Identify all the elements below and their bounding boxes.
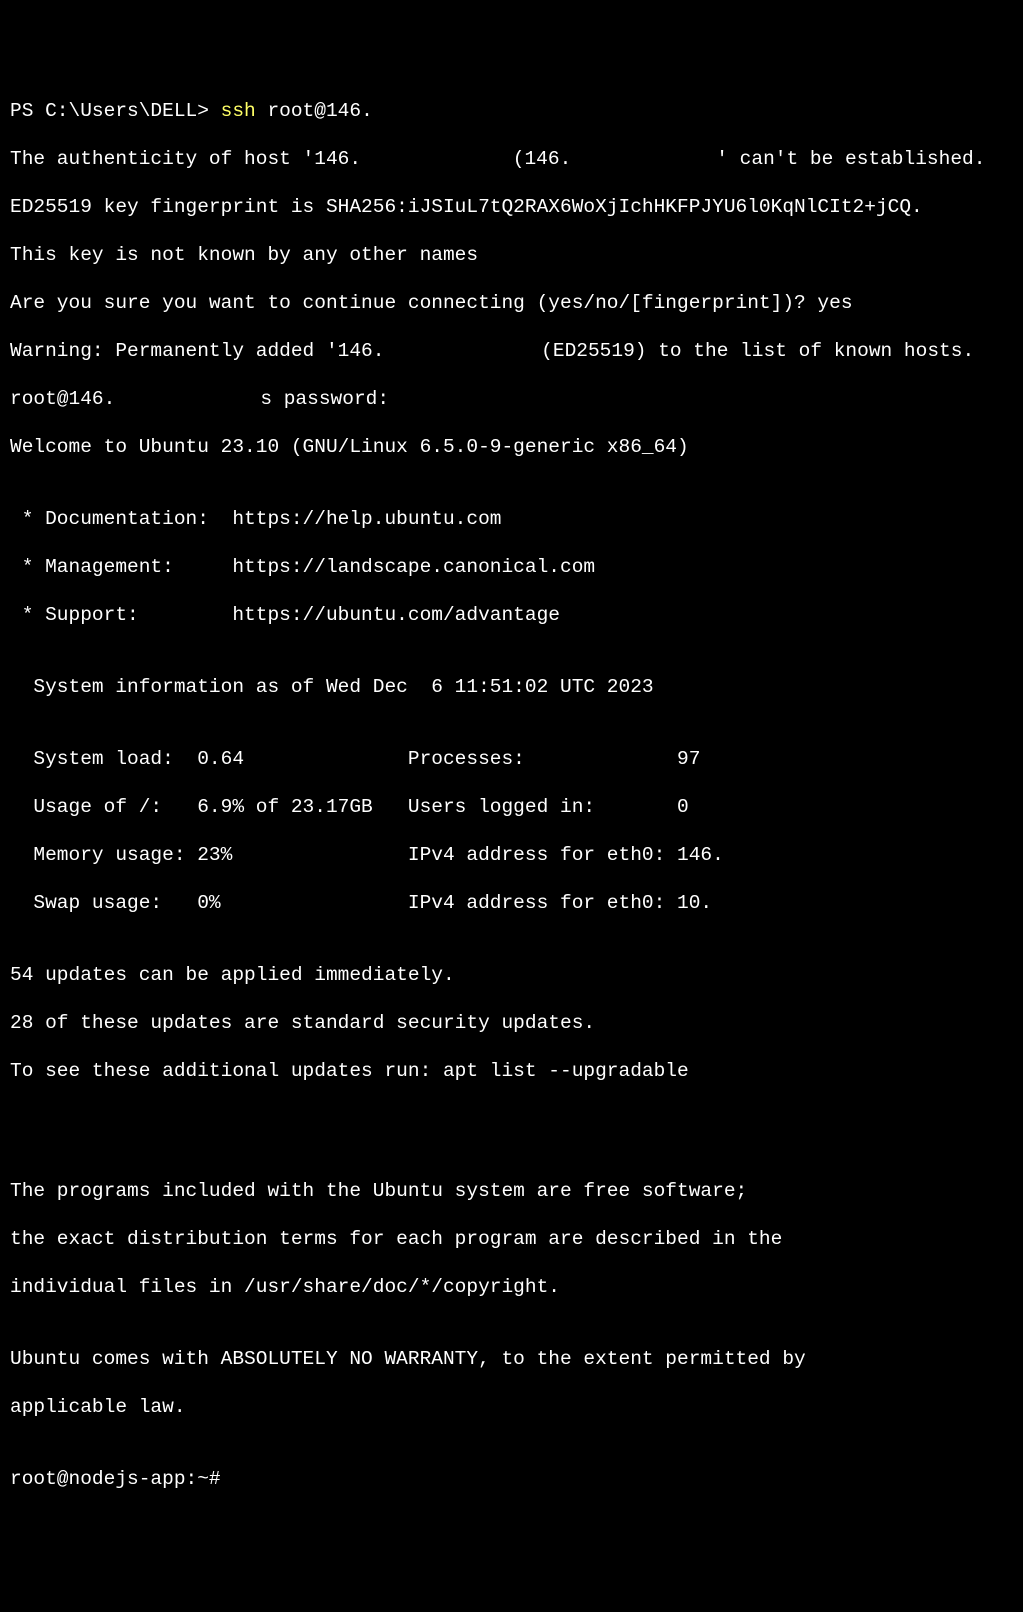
shell-prompt[interactable]: root@nodejs-app:~# (10, 1468, 1013, 1492)
security-updates-line: 28 of these updates are standard securit… (10, 1012, 1013, 1036)
ps-prompt: PS C:\Users\DELL> (10, 100, 221, 122)
continue-prompt-line: Are you sure you want to continue connec… (10, 292, 1013, 316)
warning-line-b: (ED25519) to the list of known hosts. (529, 340, 974, 362)
auth-line-a: The authenticity of host '146. (10, 148, 361, 170)
free-software-line: The programs included with the Ubuntu sy… (10, 1180, 1013, 1204)
ssh-command: ssh (221, 100, 256, 122)
redacted-ip (724, 844, 869, 866)
applicable-law-line: applicable law. (10, 1396, 1013, 1420)
redacted-ip (361, 148, 501, 170)
redacted-ip (373, 100, 513, 122)
welcome-line: Welcome to Ubuntu 23.10 (GNU/Linux 6.5.0… (10, 436, 1013, 460)
distribution-terms-line: the exact distribution terms for each pr… (10, 1228, 1013, 1252)
apt-list-line: To see these additional updates run: apt… (10, 1060, 1013, 1084)
terminal-output[interactable]: PS C:\Users\DELL> ssh root@146. The auth… (10, 100, 1013, 1492)
redacted-ip (115, 388, 260, 410)
password-prompt-b: s password: (260, 388, 389, 410)
fingerprint-line: ED25519 key fingerprint is SHA256:iJSIuL… (10, 196, 1013, 220)
usage-line: Usage of /: 6.9% of 23.17GB Users logged… (10, 796, 1013, 820)
sysinfo-header: System information as of Wed Dec 6 11:51… (10, 676, 1013, 700)
documentation-line: * Documentation: https://help.ubuntu.com (10, 508, 1013, 532)
redacted-ip (571, 148, 716, 170)
memory-line: Memory usage: 23% IPv4 address for eth0:… (10, 844, 724, 866)
password-prompt-a: root@146. (10, 388, 115, 410)
warning-line-a: Warning: Permanently added '146. (10, 340, 384, 362)
ssh-target: root@146. (256, 100, 373, 122)
warranty-line: Ubuntu comes with ABSOLUTELY NO WARRANTY… (10, 1348, 1013, 1372)
updates-line: 54 updates can be applied immediately. (10, 964, 1013, 988)
redacted-ip (384, 340, 529, 362)
auth-line-c: ' can't be established. (716, 148, 985, 170)
key-unknown-line: This key is not known by any other names (10, 244, 1013, 268)
auth-line-b: (146. (501, 148, 571, 170)
copyright-line: individual files in /usr/share/doc/*/cop… (10, 1276, 1013, 1300)
management-line: * Management: https://landscape.canonica… (10, 556, 1013, 580)
swap-line: Swap usage: 0% IPv4 address for eth0: 10… (10, 892, 712, 914)
support-line: * Support: https://ubuntu.com/advantage (10, 604, 1013, 628)
redacted-ip (712, 892, 852, 914)
sysload-line: System load: 0.64 Processes: 97 (10, 748, 1013, 772)
